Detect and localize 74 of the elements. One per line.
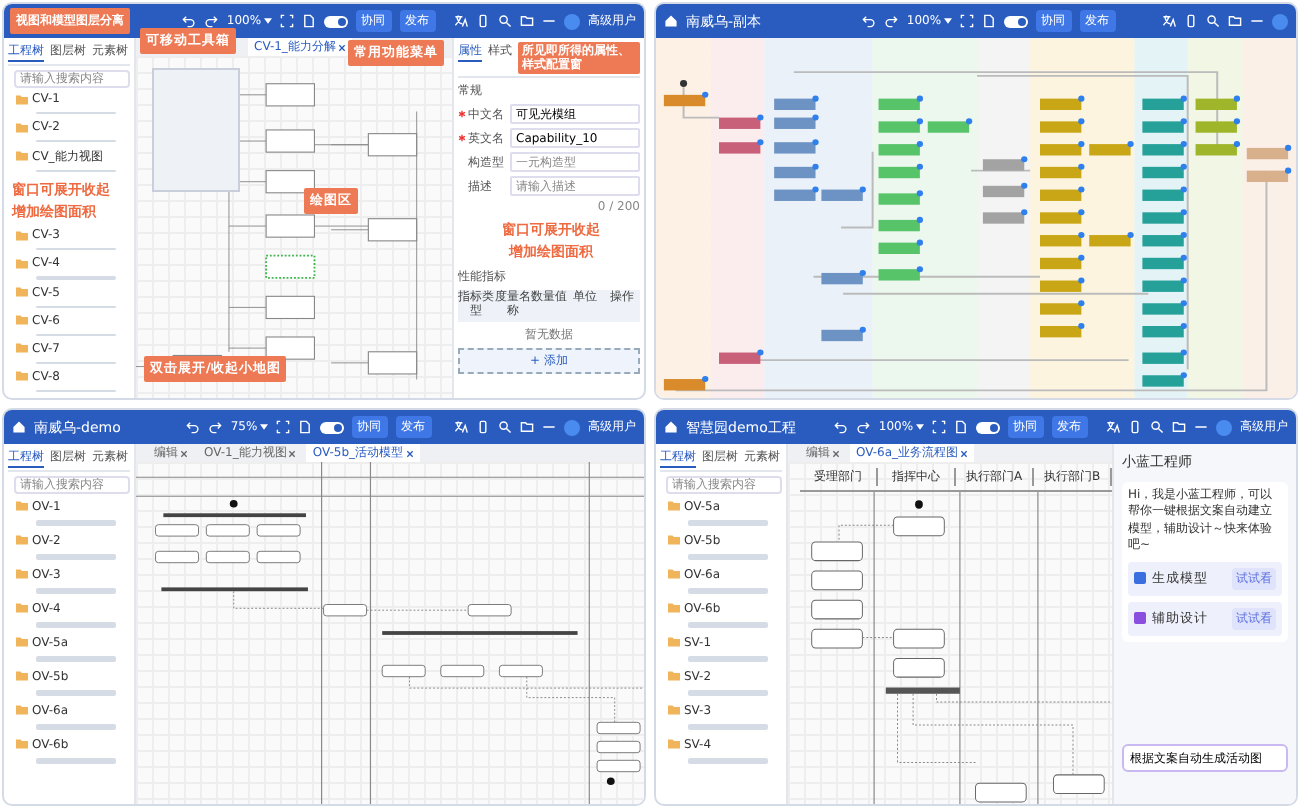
translate-icon[interactable] xyxy=(1106,420,1120,434)
close-icon[interactable] xyxy=(960,449,969,457)
fit-screen-icon[interactable] xyxy=(275,420,290,434)
folder-icon xyxy=(16,738,28,750)
close-icon[interactable] xyxy=(337,43,346,51)
toggle-switch[interactable] xyxy=(975,421,1000,433)
folder-icon xyxy=(668,534,680,546)
caret-icon[interactable] xyxy=(263,18,272,24)
minus-icon[interactable] xyxy=(542,14,556,28)
folder-icon xyxy=(16,670,28,682)
folder-icon xyxy=(668,670,680,682)
close-icon[interactable] xyxy=(405,449,414,457)
folder-icon xyxy=(16,121,28,134)
translate-icon[interactable] xyxy=(1162,14,1176,28)
folder-icon xyxy=(16,93,28,105)
folder-icon xyxy=(668,738,680,750)
caret-icon[interactable] xyxy=(943,18,952,24)
home-icon xyxy=(664,14,678,28)
folder-icon xyxy=(668,704,680,716)
search-icon[interactable] xyxy=(498,420,512,434)
toggle-switch[interactable] xyxy=(1003,15,1028,27)
folder-icon xyxy=(668,500,680,512)
close-icon[interactable] xyxy=(180,449,188,457)
redo-icon[interactable] xyxy=(884,14,899,28)
folder-icon xyxy=(16,704,28,716)
fit-screen-icon[interactable] xyxy=(279,14,294,28)
redo-icon[interactable] xyxy=(208,420,223,434)
folder-icon xyxy=(16,534,28,546)
document-icon[interactable] xyxy=(301,14,316,28)
folder-icon xyxy=(16,500,28,512)
folder-icon xyxy=(668,568,680,580)
translate-icon[interactable] xyxy=(454,14,468,28)
folder-icon xyxy=(16,257,28,270)
home-icon xyxy=(664,420,678,434)
translate-icon[interactable] xyxy=(454,420,468,434)
redo-icon[interactable] xyxy=(856,420,871,434)
fit-screen-icon[interactable] xyxy=(931,420,946,434)
undo-icon[interactable] xyxy=(186,420,201,434)
folder-icon xyxy=(668,602,680,614)
search-icon[interactable] xyxy=(1150,420,1164,434)
redo-icon[interactable] xyxy=(204,14,219,28)
folder-icon xyxy=(16,370,28,383)
folder-icon xyxy=(16,286,28,299)
folder-icon xyxy=(16,568,28,580)
toggle-switch[interactable] xyxy=(319,421,344,433)
minus-icon[interactable] xyxy=(1194,420,1208,434)
folder-icon xyxy=(668,636,680,648)
fit-screen-icon[interactable] xyxy=(959,14,974,28)
document-icon[interactable] xyxy=(953,420,968,434)
folder-icon xyxy=(16,636,28,648)
search-icon[interactable] xyxy=(498,14,512,28)
folder-icon xyxy=(16,229,28,242)
home-icon xyxy=(12,420,26,434)
folder-icon xyxy=(16,342,28,355)
folder-icon xyxy=(16,150,28,163)
undo-icon[interactable] xyxy=(182,14,197,28)
folder-icon[interactable] xyxy=(520,14,534,28)
minus-icon[interactable] xyxy=(1250,14,1264,28)
folder-icon[interactable] xyxy=(1172,420,1186,434)
folder-icon xyxy=(16,602,28,614)
close-icon[interactable] xyxy=(288,449,297,457)
close-icon[interactable] xyxy=(832,449,840,457)
document-icon[interactable] xyxy=(297,420,312,434)
minus-icon[interactable] xyxy=(542,420,556,434)
document-icon[interactable] xyxy=(981,14,996,28)
folder-icon[interactable] xyxy=(520,420,534,434)
undo-icon[interactable] xyxy=(862,14,877,28)
caret-icon[interactable] xyxy=(915,424,924,430)
caret-icon[interactable] xyxy=(259,424,268,430)
toggle-switch[interactable] xyxy=(323,15,348,27)
search-icon[interactable] xyxy=(1206,14,1220,28)
folder-icon[interactable] xyxy=(1228,14,1242,28)
undo-icon[interactable] xyxy=(834,420,849,434)
folder-icon xyxy=(16,314,28,327)
